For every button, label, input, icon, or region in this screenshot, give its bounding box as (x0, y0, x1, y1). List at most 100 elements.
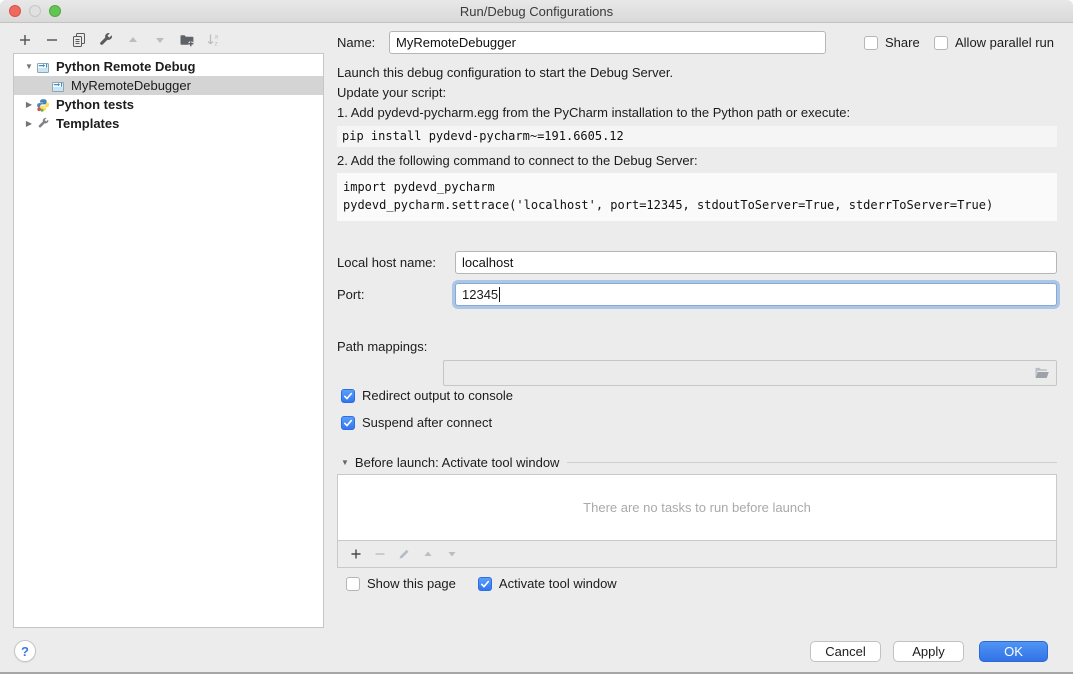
cancel-button[interactable]: Cancel (810, 641, 881, 662)
tree-item-templates[interactable]: ▶ Templates (14, 114, 323, 133)
text-cursor (499, 287, 500, 302)
tree-item-label: Python Remote Debug (56, 59, 195, 74)
move-task-up-button (418, 545, 438, 563)
redirect-output-row: Redirect output to console (341, 388, 513, 403)
local-host-row: Local host name: (337, 251, 1057, 274)
before-launch-task-list: There are no tasks to run before launch (337, 474, 1057, 541)
close-window-button[interactable] (9, 5, 21, 17)
question-mark-icon: ? (21, 644, 29, 659)
before-launch-header[interactable]: ▼ Before launch: Activate tool window (341, 455, 1057, 470)
wrench-icon (98, 32, 114, 48)
ok-button[interactable]: OK (979, 641, 1048, 662)
intro-text: Launch this debug configuration to start… (337, 65, 673, 80)
allow-parallel-run-checkbox[interactable] (934, 36, 948, 50)
show-this-page-label: Show this page (367, 576, 456, 591)
chevron-right-icon[interactable]: ▶ (22, 119, 36, 128)
activate-tool-window-row: Activate tool window (478, 576, 617, 591)
redirect-output-checkbox[interactable] (341, 389, 355, 403)
remove-task-button (370, 545, 390, 563)
browse-button[interactable] (1033, 365, 1051, 381)
add-configuration-button[interactable] (14, 30, 36, 50)
minus-icon (44, 32, 60, 48)
update-script-text: Update your script: (337, 85, 446, 100)
copy-icon (71, 32, 87, 48)
copy-configuration-button[interactable] (68, 30, 90, 50)
tree-item-python-remote-debug[interactable]: ▼ Python Remote Debug (14, 57, 323, 76)
zoom-window-button[interactable] (49, 5, 61, 17)
apply-button[interactable]: Apply (893, 641, 964, 662)
configurations-toolbar: az (14, 30, 230, 50)
chevron-right-icon[interactable]: ▶ (22, 100, 36, 109)
local-host-input[interactable] (455, 251, 1057, 274)
run-debug-configurations-dialog: Run/Debug Configurations az ▼ (0, 0, 1073, 674)
port-row: Port: 12345 (337, 283, 1057, 307)
edit-templates-button[interactable] (95, 30, 117, 50)
create-folder-button[interactable] (176, 30, 198, 50)
suspend-after-connect-row: Suspend after connect (341, 415, 492, 430)
svg-text:a: a (215, 34, 219, 41)
move-down-button (149, 30, 171, 50)
svg-text:z: z (215, 41, 218, 48)
settrace-code-block: import pydevd_pycharmpydevd_pycharm.sett… (337, 173, 1057, 221)
code-line-2: pydevd_pycharm.settrace('localhost', por… (343, 198, 993, 212)
allow-parallel-checkbox-row: Allow parallel run (934, 35, 1054, 50)
window-controls (9, 5, 61, 17)
arrow-up-icon (126, 33, 140, 47)
suspend-after-connect-label: Suspend after connect (362, 415, 492, 430)
edit-task-button (394, 545, 414, 563)
share-checkbox-row: Share (864, 35, 920, 50)
remote-debug-config-icon (51, 79, 65, 93)
sort-alphabetically-icon: az (206, 32, 222, 48)
open-folder-icon (1034, 366, 1050, 380)
port-input[interactable]: 12345 (455, 283, 1057, 306)
minimize-window-button (29, 5, 41, 17)
port-value: 12345 (462, 287, 498, 302)
configuration-editor: Name: Share Allow parallel run Launch th… (337, 0, 1057, 674)
tree-item-label: Python tests (56, 97, 134, 112)
share-label: Share (885, 35, 920, 50)
redirect-output-label: Redirect output to console (362, 388, 513, 403)
chevron-down-icon[interactable]: ▼ (341, 458, 349, 467)
step1-text: 1. Add pydevd-pycharm.egg from the PyCha… (337, 105, 850, 120)
plus-icon (17, 32, 33, 48)
tree-item-python-tests[interactable]: ▶ Python tests (14, 95, 323, 114)
tree-item-my-remote-debugger[interactable]: MyRemoteDebugger (14, 76, 323, 95)
activate-tool-window-checkbox[interactable] (478, 577, 492, 591)
help-button[interactable]: ? (14, 640, 36, 662)
add-task-button[interactable] (346, 545, 366, 563)
before-launch-title: Before launch: Activate tool window (355, 455, 560, 470)
path-mappings-label: Path mappings: (337, 339, 427, 354)
show-this-page-row: Show this page (346, 576, 456, 591)
activate-tool-window-label: Activate tool window (499, 576, 617, 591)
local-host-label: Local host name: (337, 255, 436, 270)
page-options-row: Show this page Activate tool window (346, 576, 617, 591)
remote-debug-config-icon (36, 60, 50, 74)
empty-task-list-text: There are no tasks to run before launch (583, 500, 811, 515)
templates-wrench-icon (36, 117, 50, 131)
name-input[interactable] (389, 31, 826, 54)
header-separator-line (567, 462, 1057, 463)
allow-parallel-run-label: Allow parallel run (955, 35, 1054, 50)
tree-item-label: Templates (56, 116, 119, 131)
share-checkbox[interactable] (864, 36, 878, 50)
configurations-tree: ▼ Python Remote Debug MyRemoteDebugger ▶… (13, 53, 324, 628)
sort-configurations-button: az (203, 30, 225, 50)
task-list-toolbar (337, 541, 1057, 568)
name-row: Name: Share Allow parallel run (337, 31, 1057, 55)
path-mappings-row: Path mappings: (337, 334, 1057, 360)
pip-install-code: pip install pydevd-pycharm~=191.6605.12 (337, 126, 1057, 147)
chevron-down-icon[interactable]: ▼ (22, 62, 36, 71)
arrow-down-icon (153, 33, 167, 47)
port-label: Port: (337, 287, 364, 302)
show-this-page-checkbox[interactable] (346, 577, 360, 591)
name-label: Name: (337, 35, 375, 50)
tree-item-label: MyRemoteDebugger (71, 78, 191, 93)
move-task-down-button (442, 545, 462, 563)
path-mappings-field[interactable] (443, 360, 1057, 386)
new-folder-icon (179, 32, 195, 48)
python-tests-icon (36, 98, 50, 112)
move-up-button (122, 30, 144, 50)
remove-configuration-button[interactable] (41, 30, 63, 50)
step2-text: 2. Add the following command to connect … (337, 153, 698, 168)
suspend-after-connect-checkbox[interactable] (341, 416, 355, 430)
